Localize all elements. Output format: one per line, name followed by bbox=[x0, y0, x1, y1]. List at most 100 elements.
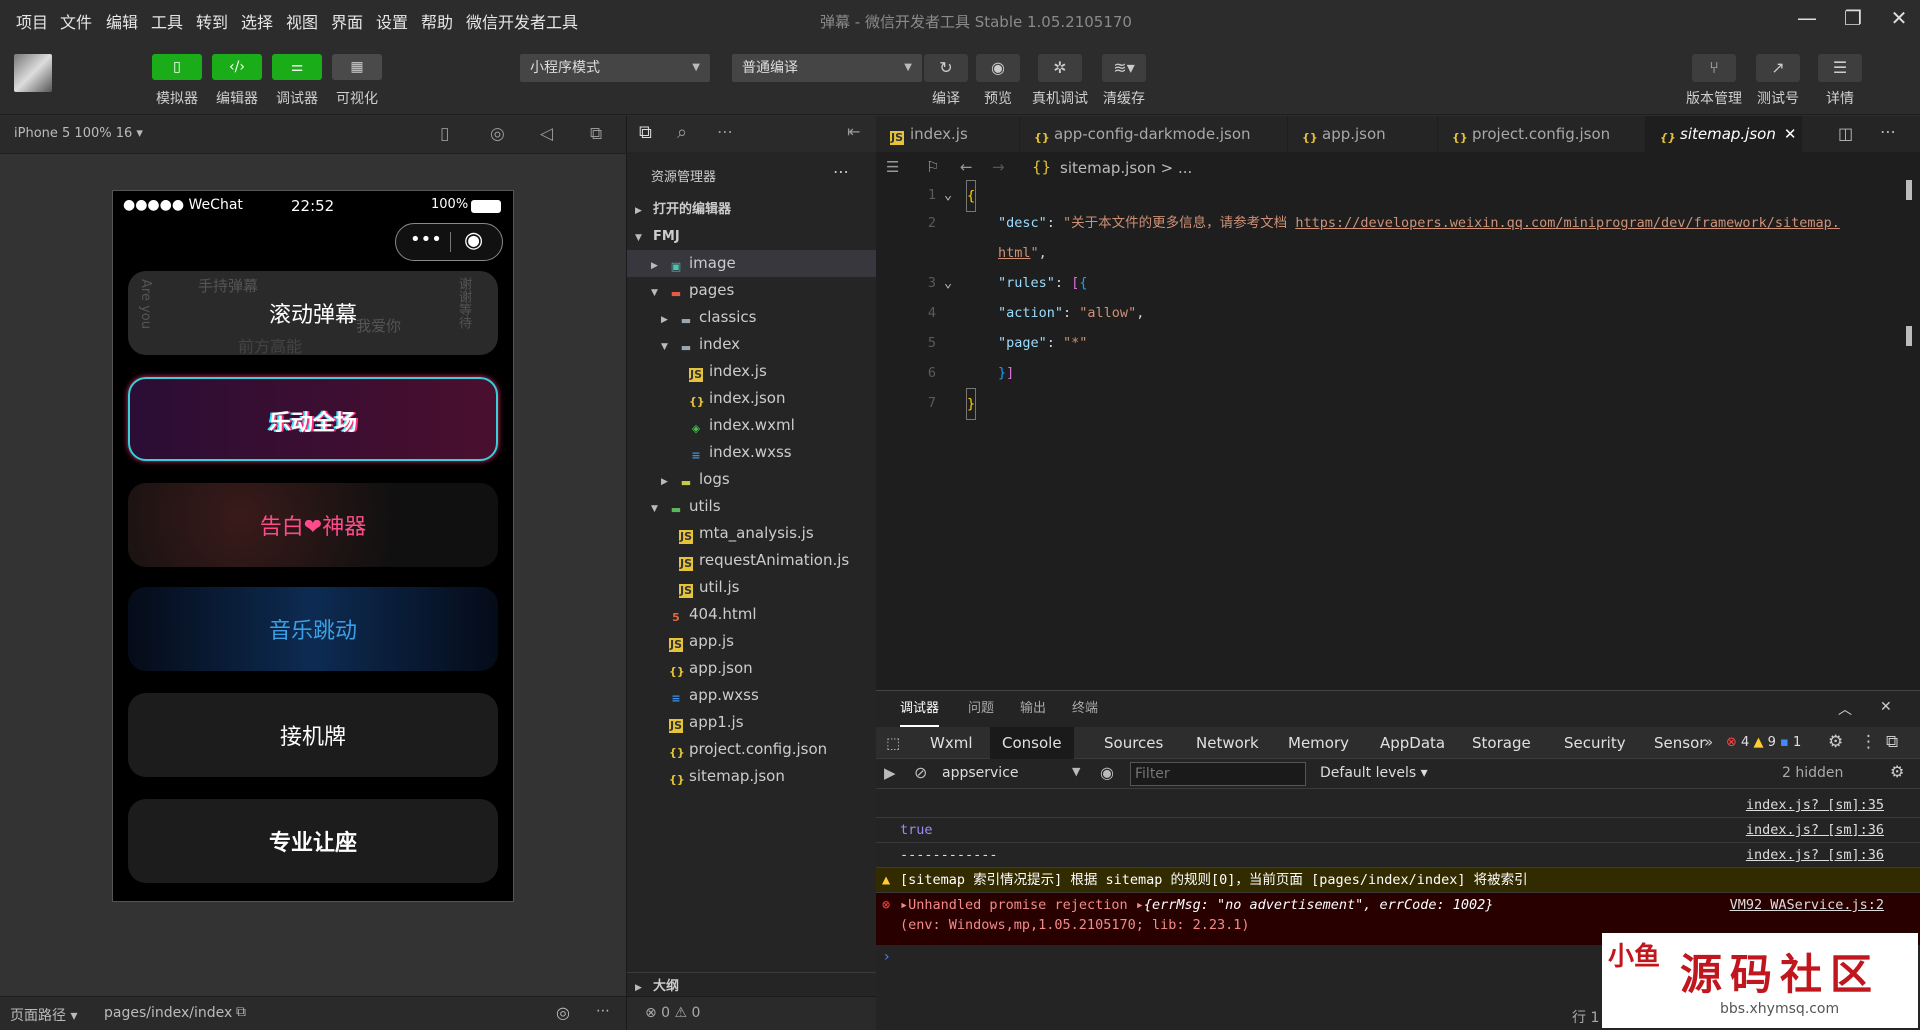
console-counts[interactable]: ⊗ 4 ▲ 9 ▪ 1 bbox=[1726, 735, 1801, 750]
tree-item[interactable]: ≡ index.wxss bbox=[627, 439, 877, 466]
tab-terminal[interactable]: 终端 bbox=[1072, 691, 1098, 727]
eye-icon[interactable]: ◉ bbox=[1100, 763, 1114, 782]
tab-index-js[interactable]: JS index.js bbox=[876, 116, 1020, 152]
mode-select[interactable]: 小程序模式 ▼ bbox=[520, 54, 710, 82]
error-message[interactable]: ▸Unhandled promise rejection ▸{errMsg: "… bbox=[900, 897, 1493, 913]
copy-icon[interactable]: ⧉ bbox=[236, 1004, 246, 1020]
card-confession[interactable]: 告白❤神器 bbox=[128, 483, 498, 567]
maximize-icon[interactable]: ❐ bbox=[1838, 6, 1868, 34]
tree-item[interactable]: {} app.json bbox=[627, 655, 877, 682]
code-url[interactable]: html bbox=[998, 245, 1031, 261]
scrollbar-thumb[interactable] bbox=[1906, 180, 1912, 200]
open-editors-section[interactable]: ▶ 打开的编辑器 bbox=[627, 196, 877, 223]
menu-tools[interactable]: 工具 bbox=[151, 9, 183, 33]
menu-file[interactable]: 文件 bbox=[60, 9, 92, 33]
preview-button[interactable]: ◉ bbox=[976, 54, 1020, 82]
console-filter-input[interactable] bbox=[1130, 762, 1306, 786]
card-give-seat[interactable]: 专业让座 bbox=[128, 799, 498, 883]
menu-goto[interactable]: 转到 bbox=[196, 9, 228, 33]
detach-icon[interactable]: ⧉ bbox=[590, 124, 602, 144]
log-source-link[interactable]: index.js? [sm]:35 bbox=[1746, 793, 1884, 818]
menu-interface[interactable]: 界面 bbox=[331, 9, 363, 33]
tree-item[interactable]: ▼ ▬ utils bbox=[627, 493, 877, 520]
panel-tab-appdata[interactable]: AppData bbox=[1368, 727, 1457, 759]
card-scroll-barrage[interactable]: 手持弹幕 我爱你 前方高能 谢谢等待 Are you 滚动弹幕 bbox=[128, 271, 498, 355]
back-icon[interactable]: ← bbox=[960, 158, 973, 176]
compile-button[interactable]: ↻ bbox=[924, 54, 968, 82]
tab-project-config[interactable]: {} project.config.json bbox=[1438, 116, 1646, 152]
levels-select[interactable]: Default levels ▾ bbox=[1320, 765, 1428, 781]
console-prompt-icon[interactable]: › bbox=[884, 949, 890, 965]
split-editor-icon[interactable]: ◫ bbox=[1838, 124, 1853, 143]
panel-tab-memory[interactable]: Memory bbox=[1276, 727, 1361, 759]
menu-edit[interactable]: 编辑 bbox=[106, 9, 138, 33]
remote-debug-button[interactable]: ✲ bbox=[1038, 54, 1082, 82]
log-source-link[interactable]: index.js? [sm]:36 bbox=[1746, 843, 1884, 868]
tree-item[interactable]: JS index.js bbox=[627, 358, 877, 385]
tree-item[interactable]: ▶ ▬ classics bbox=[627, 304, 877, 331]
test-account-button[interactable]: ↗ bbox=[1756, 54, 1800, 82]
dock-icon[interactable]: ⧉ bbox=[1886, 732, 1898, 752]
tree-item[interactable]: ≡ app.wxss bbox=[627, 682, 877, 709]
problems-count[interactable]: ⊗ 0 ⚠ 0 bbox=[645, 1005, 700, 1021]
panel-tab-console[interactable]: Console bbox=[990, 727, 1074, 759]
card-pickup-sign[interactable]: 接机牌 bbox=[128, 693, 498, 777]
panel-tab-security[interactable]: Security bbox=[1552, 727, 1638, 759]
clear-console-icon[interactable]: ⊘ bbox=[914, 763, 927, 782]
details-button[interactable]: ☰ bbox=[1818, 54, 1862, 82]
panel-tab-wxml[interactable]: Wxml bbox=[918, 727, 985, 759]
close-icon[interactable]: ✕ bbox=[1880, 699, 1892, 715]
clear-cache-button[interactable]: ≋▾ bbox=[1102, 54, 1146, 82]
list-icon[interactable]: ☰ bbox=[886, 158, 899, 176]
project-section[interactable]: ▼ FMJ bbox=[627, 223, 877, 250]
sidebar-toggle-icon[interactable]: ▶︎ bbox=[884, 764, 896, 782]
phone-rotate-icon[interactable]: ▯ bbox=[440, 124, 449, 144]
tree-item[interactable]: JS app1.js bbox=[627, 709, 877, 736]
context-select[interactable]: appservice bbox=[942, 765, 1019, 781]
panel-tab-network[interactable]: Network bbox=[1184, 727, 1271, 759]
log-source-link[interactable]: index.js? [sm]:36 bbox=[1746, 818, 1884, 843]
tree-item[interactable]: {} index.json bbox=[627, 385, 877, 412]
close-tab-icon[interactable]: ✕ bbox=[1784, 125, 1797, 143]
tree-item[interactable]: JS util.js bbox=[627, 574, 877, 601]
record-icon[interactable]: ◎ bbox=[490, 124, 505, 144]
inspect-icon[interactable]: ⬚ bbox=[886, 734, 900, 752]
files-icon[interactable]: ⧉ bbox=[639, 122, 652, 143]
kebab-icon[interactable]: ⋮ bbox=[1860, 732, 1877, 752]
console-settings-icon[interactable]: ⚙ bbox=[1890, 762, 1904, 781]
fold-icon[interactable]: ⌄ bbox=[944, 268, 952, 298]
eye-icon[interactable]: ◎ bbox=[556, 1003, 570, 1022]
avatar[interactable] bbox=[14, 54, 52, 92]
more-icon[interactable]: ⋯ bbox=[596, 1003, 610, 1019]
panel-tab-storage[interactable]: Storage bbox=[1460, 727, 1543, 759]
menu-help[interactable]: 帮助 bbox=[421, 9, 453, 33]
explorer-more-icon[interactable]: ⋯ bbox=[833, 162, 849, 181]
tree-item[interactable]: ▼ ▬ pages bbox=[627, 277, 877, 304]
panel-tab-sources[interactable]: Sources bbox=[1092, 727, 1175, 759]
tab-debugger[interactable]: 调试器 bbox=[900, 691, 940, 727]
simulator-button[interactable]: ▯ bbox=[152, 54, 202, 80]
more-dots-icon[interactable]: ••• bbox=[410, 229, 442, 250]
card-music-beat[interactable]: 音乐跳动 bbox=[128, 587, 498, 671]
tab-sitemap-json[interactable]: {} sitemap.json ✕ bbox=[1646, 116, 1802, 152]
search-icon[interactable]: ⌕ bbox=[677, 122, 687, 143]
tab-issues[interactable]: 问题 bbox=[968, 691, 994, 727]
chevron-up-icon[interactable]: ︿ bbox=[1838, 699, 1852, 719]
menu-view[interactable]: 视图 bbox=[286, 9, 318, 33]
debugger-button[interactable]: ⚌ bbox=[272, 54, 322, 80]
tree-item[interactable]: ▶ ▬ logs bbox=[627, 466, 877, 493]
volume-icon[interactable]: ◁ bbox=[540, 124, 553, 144]
compile-mode-select[interactable]: 普通编译 ▼ bbox=[732, 54, 922, 82]
tree-item[interactable]: ◈ index.wxml bbox=[627, 412, 877, 439]
tree-item[interactable]: JS mta_analysis.js bbox=[627, 520, 877, 547]
close-icon[interactable]: ✕ bbox=[1884, 6, 1914, 34]
menu-wechat-devtools[interactable]: 微信开发者工具 bbox=[466, 9, 578, 33]
code-url[interactable]: https://developers.weixin.qq.com/minipro… bbox=[1295, 215, 1840, 231]
tree-item[interactable]: JS requestAnimation.js bbox=[627, 547, 877, 574]
card-music-party[interactable]: 乐动全场 bbox=[128, 377, 498, 461]
error-source-link[interactable]: VM92 WAService.js:2 bbox=[1730, 897, 1884, 913]
more-icon[interactable]: ⋯ bbox=[717, 122, 733, 141]
tree-item[interactable]: {} project.config.json bbox=[627, 736, 877, 763]
capsule-menu[interactable]: ••• ◉ bbox=[395, 223, 503, 261]
menu-settings[interactable]: 设置 bbox=[376, 9, 408, 33]
